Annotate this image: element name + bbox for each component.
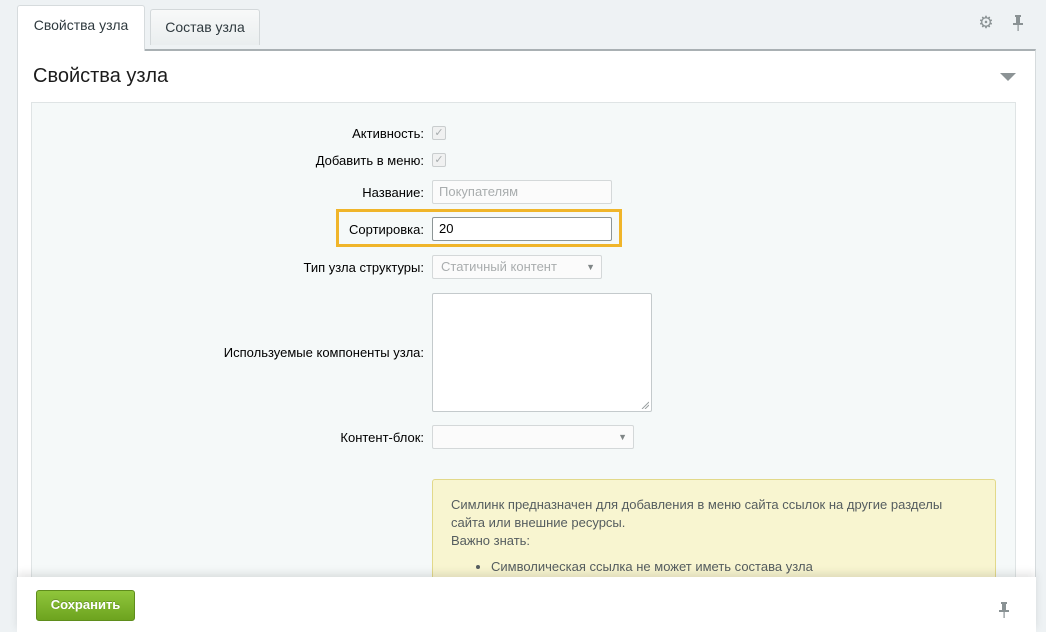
notice-line: Симлинк предназначен для добавления в ме… [451,497,943,512]
notice-line: сайта или внешние ресурсы. [451,515,626,530]
node-type-select[interactable]: Статичный контент ▼ [432,255,602,279]
active-label: Активность: [352,126,424,141]
tab-node-properties[interactable]: Свойства узла [17,5,145,51]
pin-icon[interactable] [998,601,1010,624]
dropdown-arrow-icon: ▼ [586,262,595,272]
components-label: Используемые компоненты узла: [223,345,424,360]
collapse-arrow-icon[interactable] [1000,73,1016,81]
notice-bullet: Символическая ссылка не может иметь сост… [491,558,977,576]
content-block-label: Контент-блок: [340,430,424,445]
resize-handle-icon[interactable] [641,401,649,409]
notice-list: Символическая ссылка не может иметь сост… [451,558,977,576]
sort-label: Сортировка: [349,222,424,237]
tab-node-composition[interactable]: Состав узла [150,9,260,45]
notice-line: Важно знать: [451,533,531,548]
footer-bar: Сохранить [17,577,1036,632]
save-button[interactable]: Сохранить [36,590,135,621]
name-input[interactable]: Покупателям [432,180,612,204]
node-type-label: Тип узла структуры: [303,260,424,275]
symlink-notice: Симлинк предназначен для добавления в ме… [432,479,996,589]
components-textarea[interactable] [432,293,652,412]
node-type-value: Статичный контент [441,259,557,274]
dropdown-arrow-icon: ▼ [618,432,627,442]
sort-input[interactable]: 20 [432,217,612,241]
pin-icon[interactable] [1009,14,1027,32]
name-label: Название: [362,185,424,200]
tab-bar: Свойства узла Состав узла ⚙ [0,0,1046,51]
add-to-menu-checkbox[interactable]: ✓ [432,153,446,167]
panel-title: Свойства узла [33,65,169,87]
gear-icon[interactable]: ⚙ [977,14,995,32]
content-block-select[interactable]: ▼ [432,425,634,449]
active-checkbox[interactable]: ✓ [432,126,446,140]
add-to-menu-label: Добавить в меню: [315,153,424,168]
